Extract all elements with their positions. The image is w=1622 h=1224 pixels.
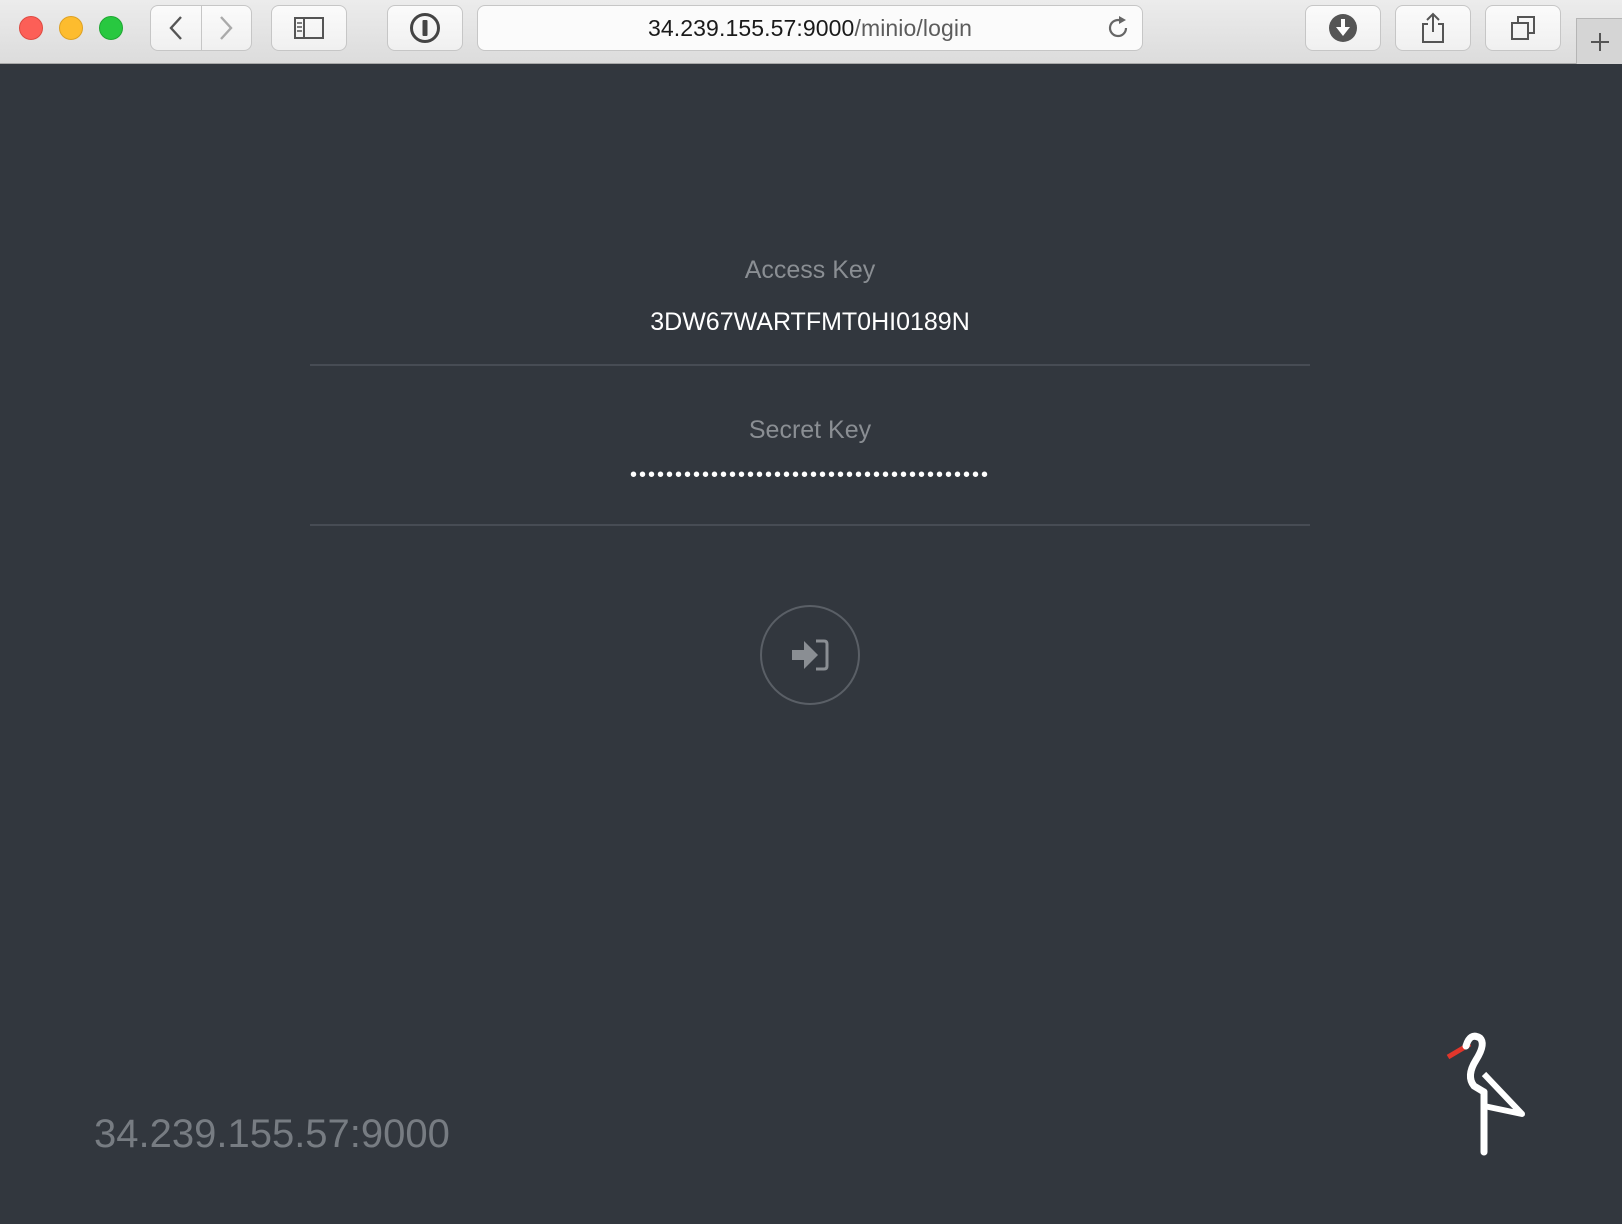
show-tabs-button[interactable] <box>1485 5 1561 51</box>
reload-icon[interactable] <box>1104 14 1132 42</box>
back-icon <box>169 16 182 40</box>
minio-logo <box>1446 1032 1525 1156</box>
downloads-button[interactable] <box>1305 5 1381 51</box>
forward-icon <box>220 16 233 40</box>
url-bar[interactable]: 34.239.155.57:9000/minio/login <box>477 5 1143 51</box>
password-manager-button[interactable] <box>387 5 463 51</box>
secret-key-label: Secret Key <box>748 416 872 444</box>
sidebar-icon <box>294 17 324 39</box>
new-tab-button[interactable] <box>1576 18 1622 64</box>
zoom-window-button[interactable] <box>99 16 123 40</box>
browser-toolbar: 34.239.155.57:9000/minio/login <box>0 0 1622 64</box>
forward-button[interactable] <box>200 6 252 50</box>
tabs-icon <box>1511 16 1535 40</box>
sidebar-button[interactable] <box>271 5 347 51</box>
server-host-label: 34.239.155.57:9000 <box>94 1112 450 1156</box>
login-submit-button[interactable] <box>760 605 860 705</box>
back-button[interactable] <box>151 6 201 50</box>
share-button[interactable] <box>1395 5 1471 51</box>
secret-key-input[interactable] <box>310 464 1310 487</box>
login-form: Access Key Secret Key <box>310 200 1310 526</box>
secret-key-field: Secret Key <box>310 200 1310 526</box>
share-icon <box>1422 12 1444 43</box>
minimize-window-button[interactable] <box>59 16 83 40</box>
url-text: 34.239.155.57:9000/minio/login <box>648 14 972 41</box>
password-manager-icon <box>410 13 440 43</box>
new-tab-icon <box>1590 32 1609 51</box>
download-icon <box>1329 14 1357 42</box>
nav-button-group <box>150 5 252 51</box>
sign-in-icon <box>792 639 829 671</box>
close-window-button[interactable] <box>19 16 43 40</box>
